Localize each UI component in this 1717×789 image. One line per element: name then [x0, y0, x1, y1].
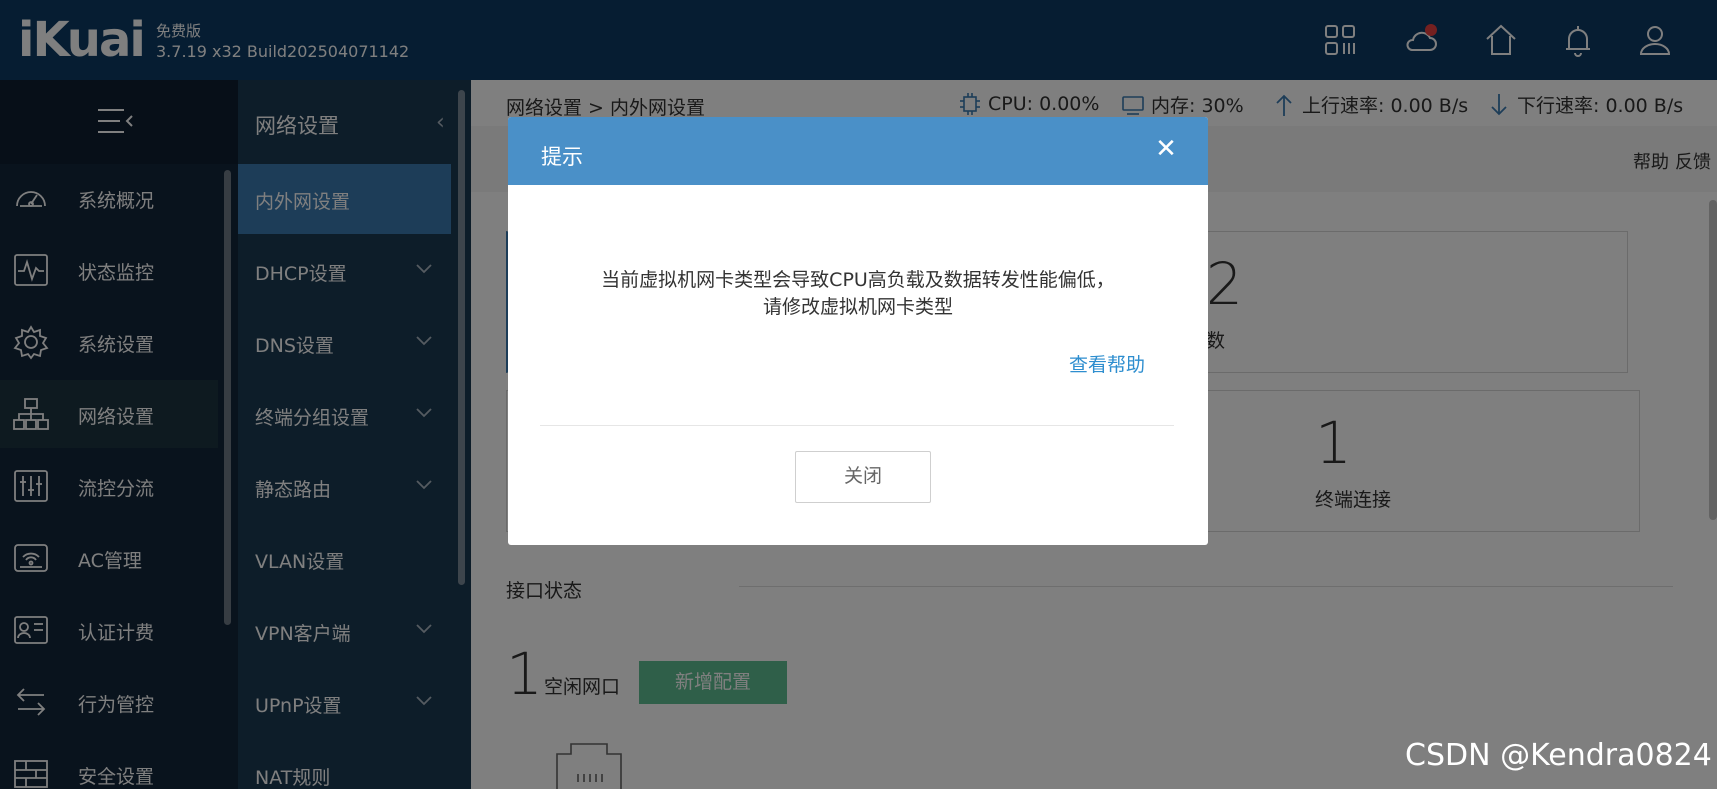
alert-dialog: 提示 ✕ 当前虚拟机网卡类型会导致CPU高负载及数据转发性能偏低， 请修改虚拟机…: [508, 117, 1208, 545]
close-button[interactable]: 关闭: [795, 451, 931, 503]
view-help-link[interactable]: 查看帮助: [1069, 350, 1145, 377]
dialog-title: 提示: [541, 145, 583, 169]
watermark: CSDN @Kendra0824: [1405, 738, 1712, 773]
close-icon[interactable]: ✕: [1152, 135, 1180, 163]
dialog-message-line1: 当前虚拟机网卡类型会导致CPU高负载及数据转发性能偏低，: [601, 269, 1115, 291]
dialog-message: 当前虚拟机网卡类型会导致CPU高负载及数据转发性能偏低， 请修改虚拟机网卡类型: [508, 267, 1208, 321]
dialog-message-line2: 请修改虚拟机网卡类型: [762, 296, 953, 318]
dialog-header: 提示 ✕: [508, 117, 1208, 185]
dialog-divider: [540, 425, 1174, 426]
